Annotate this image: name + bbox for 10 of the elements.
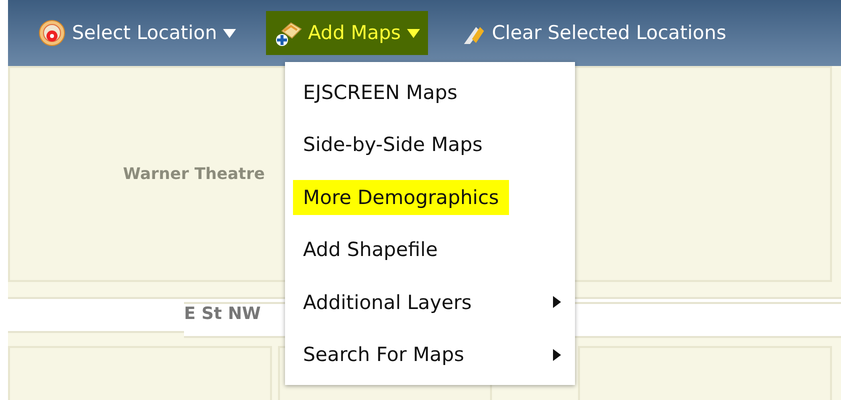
menu-item[interactable]: Add Shapefile xyxy=(285,224,575,276)
building-label: Warner Theatre xyxy=(123,164,265,183)
target-icon xyxy=(38,19,66,47)
toolbar-button[interactable]: Clear Selected Locations xyxy=(450,11,734,55)
menu-item[interactable]: EJSCREEN Maps xyxy=(285,66,575,118)
caret-icon xyxy=(223,28,236,38)
toolbar-button[interactable]: Add Maps xyxy=(266,11,428,55)
caret-icon xyxy=(406,28,420,38)
toolbar-button[interactable]: Select Location xyxy=(30,11,244,55)
menu-item[interactable]: Side-by-Side Maps xyxy=(285,118,575,171)
